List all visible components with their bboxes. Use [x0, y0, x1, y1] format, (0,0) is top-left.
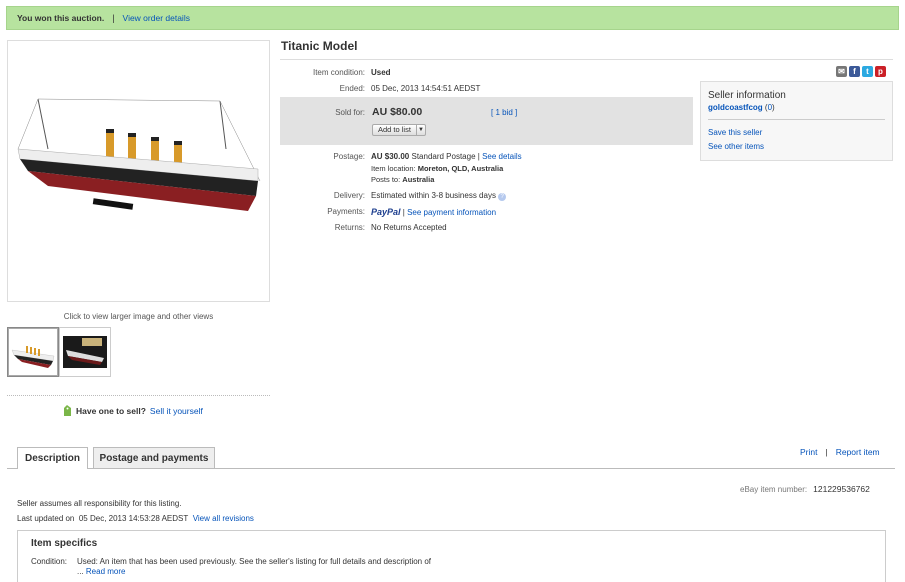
titanic-box-thumbnail-image — [63, 336, 107, 368]
won-message: You won this auction. — [17, 13, 105, 23]
item-number-label: eBay item number: — [740, 485, 808, 494]
posts-to-value: Australia — [402, 175, 435, 184]
share-icons: ✉ f t p — [836, 66, 886, 77]
condition-row: Item condition: Used — [280, 68, 391, 77]
item-specifics-heading: Item specifics — [31, 538, 98, 549]
sell-it-yourself-link[interactable]: Sell it yourself — [150, 406, 203, 416]
condition-value: Used — [371, 68, 391, 77]
location-label: Item location: — [371, 164, 416, 173]
delivery-value: Estimated within 3-8 business days — [371, 191, 496, 200]
tab-divider — [7, 468, 895, 469]
payment-separator: | — [402, 208, 405, 217]
view-all-revisions-link[interactable]: View all revisions — [193, 514, 254, 523]
save-seller-link[interactable]: Save this seller — [708, 128, 762, 137]
returns-label: Returns: — [334, 223, 365, 232]
titanic-thumbnail-image — [11, 346, 55, 368]
view-order-details-link[interactable]: View order details — [123, 13, 190, 23]
sold-price: AU $80.00 — [372, 106, 423, 118]
actions-separator: | — [825, 447, 828, 457]
print-link[interactable]: Print — [800, 447, 817, 457]
thumbnail-1[interactable] — [7, 327, 59, 377]
postage-type: Standard Postage | — [411, 152, 480, 161]
postage-label: Postage: — [333, 152, 365, 161]
postage-row: Postage: AU $30.00 Standard Postage | Se… — [280, 152, 522, 161]
have-one-to-sell: Have one to sell? Sell it yourself — [63, 405, 203, 417]
item-specifics-panel: Item specifics Condition: Used: An item … — [17, 530, 886, 582]
email-icon[interactable]: ✉ — [836, 66, 847, 77]
main-item-image[interactable] — [7, 40, 270, 302]
bid-history-link[interactable]: [ 1 bid ] — [491, 108, 517, 117]
sold-for-label: Sold for: — [335, 108, 365, 117]
seller-info-panel: Seller information goldcoastfcog (0) Sav… — [700, 81, 893, 161]
specifics-condition-row: Condition: Used: An item that has been u… — [31, 557, 872, 577]
facebook-icon[interactable]: f — [849, 66, 860, 77]
item-number: eBay item number: 121229536762 — [740, 484, 870, 494]
banner-separator: | — [112, 13, 115, 23]
thumbnail-2[interactable] — [59, 327, 111, 377]
posts-to-row: Posts to: Australia — [280, 175, 434, 184]
ended-label: Ended: — [339, 84, 365, 93]
delivery-label: Delivery: — [333, 191, 365, 200]
postage-price: AU $30.00 — [371, 152, 410, 161]
seller-responsibility-text: Seller assumes all responsibility for th… — [17, 499, 182, 508]
add-to-list-label: Add to list — [378, 125, 411, 134]
ended-row: Ended: 05 Dec, 2013 14:54:51 AEDST — [280, 84, 481, 93]
chevron-down-icon: ▼ — [415, 125, 425, 135]
seller-info-heading: Seller information — [708, 90, 786, 101]
report-item-link[interactable]: Report item — [836, 447, 880, 457]
posts-to-label: Posts to: — [371, 175, 401, 184]
twitter-icon[interactable]: t — [862, 66, 873, 77]
click-to-view-text: Click to view larger image and other vie… — [63, 312, 214, 321]
payments-label: Payments: — [327, 207, 365, 216]
condition-label: Item condition: — [312, 68, 365, 77]
read-more-link[interactable]: Read more — [86, 567, 126, 576]
last-updated-value: 05 Dec, 2013 14:53:28 AEDST — [78, 514, 189, 523]
item-title: Titanic Model — [281, 39, 358, 53]
title-divider — [280, 59, 893, 60]
returns-value: No Returns Accepted — [371, 223, 447, 232]
location-row: Item location: Moreton, QLD, Australia — [280, 164, 503, 173]
delivery-row: Delivery: Estimated within 3-8 business … — [280, 191, 507, 201]
titanic-model-image — [17, 98, 261, 211]
specifics-condition-label: Condition: — [31, 557, 68, 566]
returns-row: Returns: No Returns Accepted — [280, 223, 447, 232]
last-updated: Last updated on 05 Dec, 2013 14:53:28 AE… — [17, 514, 254, 523]
payments-row: Payments: PayPal | See payment informati… — [280, 207, 496, 217]
divider — [7, 395, 270, 396]
have-one-to-sell-text: Have one to sell? — [76, 406, 146, 416]
print-report-actions: Print | Report item — [800, 447, 880, 457]
help-icon[interactable]: ? — [498, 193, 507, 201]
see-payment-info-link[interactable]: See payment information — [407, 208, 496, 217]
ended-value: 05 Dec, 2013 14:54:51 AEDST — [371, 84, 481, 93]
specifics-condition-text: Used: An item that has been used previou… — [77, 557, 432, 576]
seller-name-row: goldcoastfcog (0) — [708, 103, 775, 112]
seller-name-link[interactable]: goldcoastfcog — [708, 103, 763, 112]
item-number-value: 121229536762 — [813, 484, 870, 494]
paypal-logo: PayPal — [371, 207, 401, 217]
won-auction-banner: You won this auction. | View order detai… — [6, 6, 899, 30]
add-to-list-button[interactable]: Add to list ▼ — [372, 124, 426, 136]
sold-for-box — [280, 97, 693, 145]
see-other-items-link[interactable]: See other items — [708, 142, 764, 151]
pinterest-icon[interactable]: p — [875, 66, 886, 77]
location-value: Moreton, QLD, Australia — [417, 164, 504, 173]
seller-divider — [708, 119, 885, 120]
see-details-link[interactable]: See details — [482, 152, 522, 161]
last-updated-label: Last updated on — [17, 514, 75, 523]
tab-postage-payments[interactable]: Postage and payments — [93, 447, 215, 468]
tab-description[interactable]: Description — [17, 447, 88, 469]
price-tag-icon — [64, 405, 71, 416]
